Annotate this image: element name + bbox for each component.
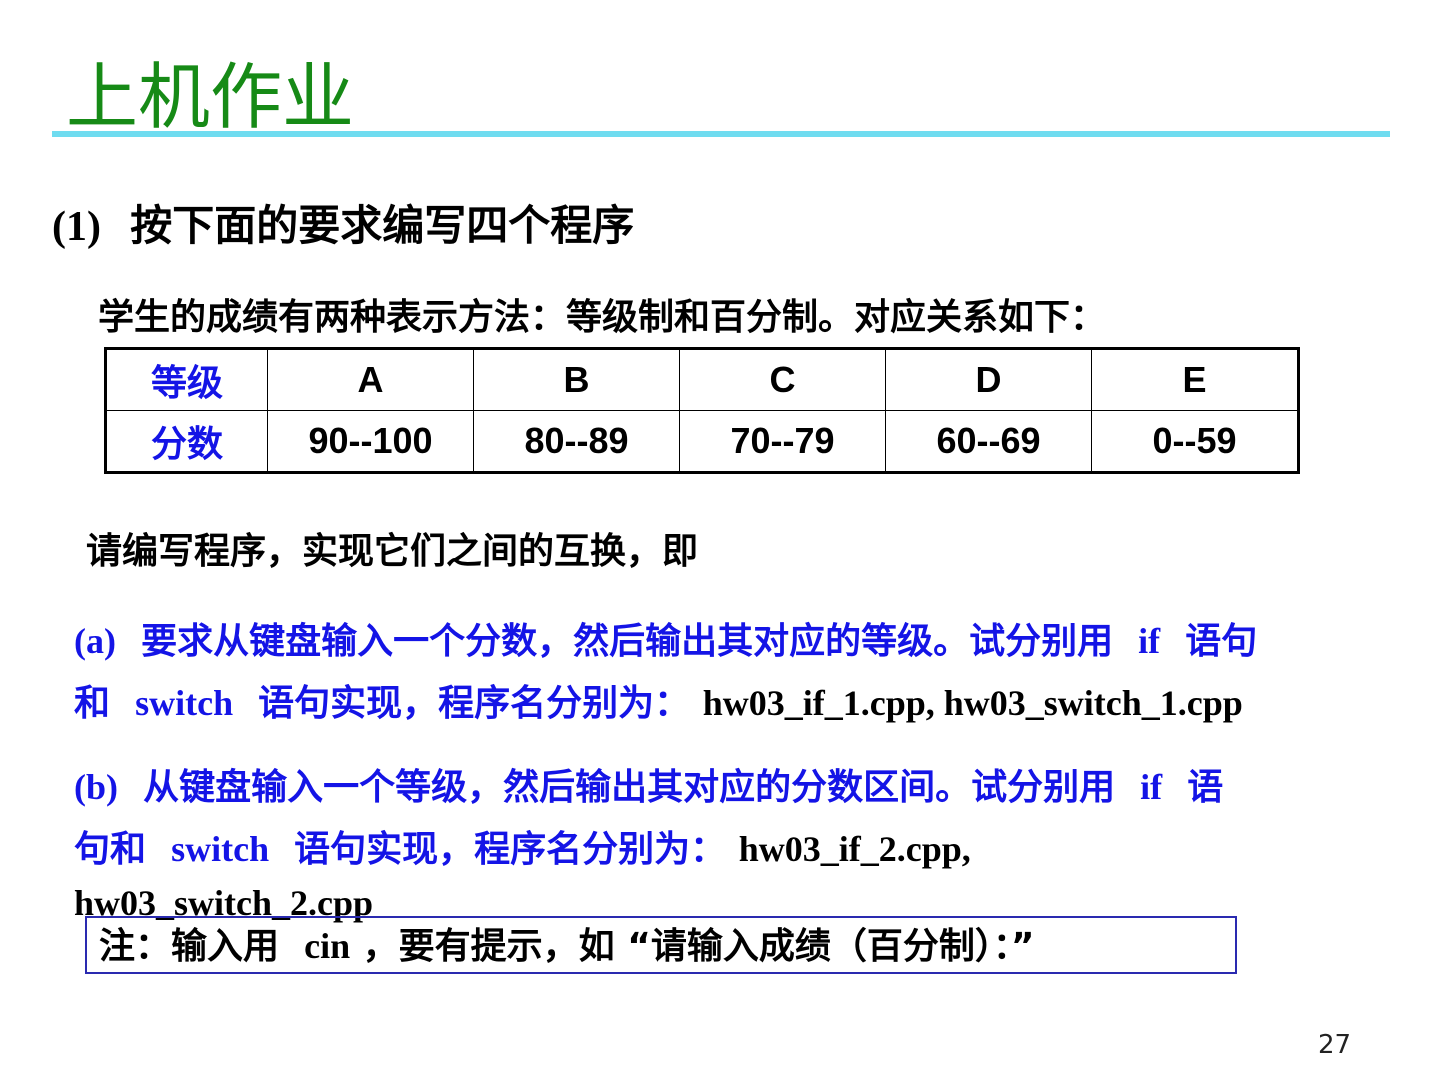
task-prompt: 请编写程序，实现它们之间的互换，即 — [86, 531, 699, 572]
note-text: ，要有提示，如 “请输入成绩（百分制）：” — [362, 926, 1035, 967]
row-header: 等级 — [105, 348, 268, 411]
keyword: cin — [304, 926, 351, 966]
item-text: 语句实现，程序名分别为： — [294, 829, 727, 870]
table-cell: C — [679, 348, 886, 411]
section-number: (1) — [52, 204, 101, 250]
item-text: 语句 — [1185, 621, 1258, 662]
keyword: if — [1138, 621, 1161, 661]
item-a-line1: (a) 要求从键盘输入一个分数，然后输出其对应的等级。试分别用 if 语句 — [74, 612, 1257, 664]
table-cell: 70--79 — [679, 410, 886, 473]
item-text: 语 — [1187, 767, 1224, 808]
page-number: 27 — [1318, 1030, 1352, 1060]
grade-table: 等级 A B C D E 分数 90--100 80--89 70--79 60… — [104, 347, 1300, 474]
table-cell: 60--69 — [885, 410, 1092, 473]
table-cell: E — [1091, 348, 1299, 411]
table-cell: 90--100 — [267, 410, 474, 473]
slide-title: 上机作业 — [66, 55, 355, 139]
item-text: 句和 — [74, 829, 147, 870]
title-divider — [52, 131, 1390, 137]
intro-text: 学生的成绩有两种表示方法：等级制和百分制。对应关系如下： — [98, 297, 1107, 338]
file-names: hw03_if_1.cpp, hw03_switch_1.cpp — [702, 683, 1243, 723]
item-a-line2: 和 switch 语句实现，程序名分别为： hw03_if_1.cpp, hw0… — [74, 674, 1243, 726]
item-text: 要求从键盘输入一个分数，然后输出其对应的等级。试分别用 — [141, 621, 1114, 662]
item-text: 和 — [74, 683, 111, 724]
item-b-line2: 句和 switch 语句实现，程序名分别为： hw03_if_2.cpp, — [74, 820, 971, 872]
row-header: 分数 — [105, 410, 268, 473]
item-b-line1: (b) 从键盘输入一个等级，然后输出其对应的分数区间。试分别用 if 语 — [74, 758, 1223, 810]
item-label: (a) — [74, 621, 116, 661]
section-text: 按下面的要求编写四个程序 — [130, 201, 635, 250]
keyword: if — [1140, 767, 1163, 807]
table-row: 等级 A B C D E — [105, 348, 1299, 411]
item-text: 从键盘输入一个等级，然后输出其对应的分数区间。试分别用 — [143, 767, 1116, 808]
item-label: (b) — [74, 767, 118, 807]
note-box: 注：输入用 cin ，要有提示，如 “请输入成绩（百分制）：” — [85, 916, 1237, 974]
table-cell: A — [267, 348, 474, 411]
table-row: 分数 90--100 80--89 70--79 60--69 0--59 — [105, 410, 1299, 473]
file-name: hw03_if_2.cpp, — [738, 829, 971, 869]
table-cell: D — [885, 348, 1092, 411]
note-text: 注：输入用 — [99, 926, 280, 967]
table-cell: B — [473, 348, 680, 411]
table-cell: 0--59 — [1091, 410, 1299, 473]
keyword: switch — [135, 683, 234, 723]
keyword: switch — [171, 829, 270, 869]
item-text: 语句实现，程序名分别为： — [258, 683, 691, 724]
table-cell: 80--89 — [473, 410, 680, 473]
section-heading: (1) 按下面的要求编写四个程序 — [52, 192, 634, 253]
